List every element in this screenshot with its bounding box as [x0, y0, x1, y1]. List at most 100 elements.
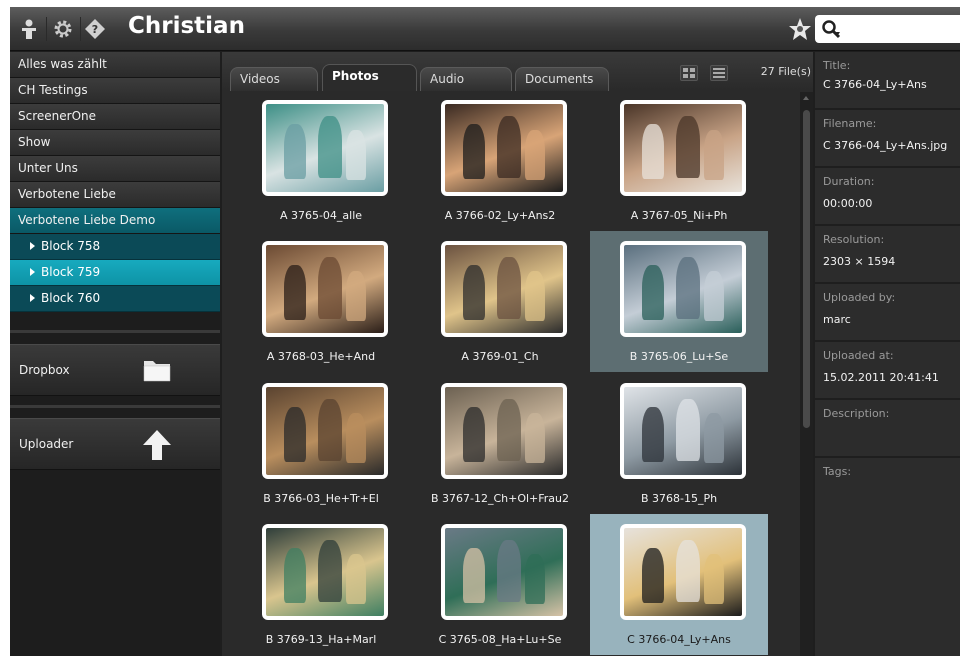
photo-tile[interactable]: A 3769-01_Ch	[411, 231, 589, 372]
photo-figure	[525, 413, 545, 463]
photo-image	[266, 528, 384, 616]
media-browser: Videos Photos Audio Documents 27 File(s)…	[222, 52, 813, 656]
list-view-icon[interactable]	[710, 65, 728, 81]
photo-thumbnail[interactable]	[620, 524, 746, 620]
photo-figure	[284, 407, 306, 462]
user-icon[interactable]	[18, 18, 40, 40]
photo-figure	[463, 124, 485, 179]
photo-image	[624, 245, 742, 333]
search-icon[interactable]	[821, 19, 843, 39]
photo-tile[interactable]: A 3766-02_Ly+Ans2	[411, 90, 589, 231]
tab-audio[interactable]: Audio	[420, 67, 512, 91]
app-window: ? Christian Alles was zählt CH Testings …	[10, 7, 960, 656]
sidebar-subitem-block-758[interactable]: Block 758	[10, 234, 220, 260]
duration-label: Duration:	[823, 175, 875, 188]
toolbar-separator	[46, 17, 47, 41]
photo-image	[624, 528, 742, 616]
photo-figure	[642, 265, 664, 320]
vertical-scrollbar[interactable]	[800, 92, 813, 656]
photo-thumbnail[interactable]	[620, 241, 746, 337]
sidebar-subitem-label: Block 760	[41, 291, 101, 305]
scroll-up-arrow-icon[interactable]	[803, 96, 809, 100]
photo-figure	[676, 540, 700, 602]
photo-thumbnail[interactable]	[262, 524, 388, 620]
photo-tile[interactable]: C 3766-04_Ly+Ans	[590, 514, 768, 655]
photo-caption: A 3766-02_Ly+Ans2	[444, 209, 556, 222]
favorites-icon[interactable]	[788, 17, 812, 41]
photo-tile[interactable]: B 3768-15_Ph	[590, 373, 768, 514]
photo-thumbnail[interactable]	[262, 241, 388, 337]
photo-image	[266, 245, 384, 333]
photo-figure	[676, 116, 700, 178]
sidebar-subitem-block-759[interactable]: Block 759	[10, 260, 220, 286]
photo-figure	[346, 130, 366, 180]
gear-icon[interactable]	[52, 18, 74, 40]
tab-label: Videos	[240, 72, 280, 86]
photo-image	[624, 387, 742, 475]
dropbox-button[interactable]: Dropbox	[10, 344, 220, 396]
photo-thumbnail[interactable]	[620, 383, 746, 479]
photo-tile[interactable]: B 3766-03_He+Tr+El	[232, 373, 410, 514]
uploaded-at-field: Uploaded at: 15.02.2011 20:41:41	[815, 342, 960, 400]
photo-thumbnail[interactable]	[262, 100, 388, 196]
photo-thumbnail[interactable]	[262, 383, 388, 479]
sidebar-item-verbotene-liebe[interactable]: Verbotene Liebe	[10, 182, 220, 208]
photo-caption: B 3765-06_Lu+Se	[629, 350, 729, 363]
photo-figure	[318, 540, 342, 602]
photo-caption: B 3767-12_Ch+Ol+Frau2	[430, 492, 570, 505]
photo-figure	[704, 554, 724, 604]
details-panel: Title: C 3766-04_Ly+Ans Filename: C 3766…	[815, 52, 960, 656]
photo-caption: C 3765-08_Ha+Lu+Se	[438, 633, 562, 646]
photo-image	[266, 104, 384, 192]
photo-tile[interactable]: B 3765-06_Lu+Se	[590, 231, 768, 372]
photo-figure	[642, 407, 664, 462]
photo-tile[interactable]: A 3767-05_Ni+Ph	[590, 90, 768, 231]
media-tabs: Videos Photos Audio Documents 27 File(s)	[222, 52, 813, 91]
resolution-value: 2303 × 1594	[823, 255, 896, 268]
sidebar-item-screenerone[interactable]: ScreenerOne	[10, 104, 220, 130]
upload-arrow-icon	[143, 430, 171, 460]
photo-figure	[318, 257, 342, 319]
sidebar-item-alles-was-zaehlt[interactable]: Alles was zählt	[10, 52, 220, 78]
photo-tile[interactable]: C 3765-08_Ha+Lu+Se	[411, 514, 589, 655]
uploaded-by-field: Uploaded by: marc	[815, 284, 960, 342]
uploaded-at-label: Uploaded at:	[823, 349, 894, 362]
search-input[interactable]	[815, 15, 960, 43]
photo-thumbnail[interactable]	[441, 524, 567, 620]
photo-caption: A 3765-04_alle	[279, 209, 363, 222]
photo-figure	[284, 124, 306, 179]
photo-thumbnail[interactable]	[441, 100, 567, 196]
tags-field: Tags:	[815, 458, 960, 516]
uploader-button[interactable]: Uploader	[10, 418, 220, 470]
grid-view-icon[interactable]	[680, 65, 698, 81]
photo-tile[interactable]: B 3767-12_Ch+Ol+Frau2	[411, 373, 589, 514]
uploaded-by-label: Uploaded by:	[823, 291, 896, 304]
scrollbar-thumb[interactable]	[803, 110, 810, 428]
photo-tile[interactable]: A 3768-03_He+And	[232, 231, 410, 372]
tab-photos[interactable]: Photos	[322, 64, 417, 91]
sidebar-item-label: ScreenerOne	[18, 109, 97, 123]
photo-image	[445, 528, 563, 616]
tab-videos[interactable]: Videos	[230, 67, 318, 91]
sidebar-item-verbotene-liebe-demo[interactable]: Verbotene Liebe Demo	[10, 208, 220, 234]
photo-figure	[346, 554, 366, 604]
photo-figure	[346, 413, 366, 463]
photo-figure	[704, 271, 724, 321]
photo-thumbnail[interactable]	[441, 383, 567, 479]
sidebar-item-label: Show	[18, 135, 51, 149]
photo-caption: A 3768-03_He+And	[266, 350, 376, 363]
sidebar-item-label: Verbotene Liebe	[18, 187, 116, 201]
sidebar-subitem-block-760[interactable]: Block 760	[10, 286, 220, 312]
photo-figure	[642, 548, 664, 603]
help-icon[interactable]: ?	[84, 18, 106, 40]
tab-label: Audio	[430, 72, 465, 86]
photo-tile[interactable]: B 3769-13_Ha+Marl	[232, 514, 410, 655]
sidebar-item-show[interactable]: Show	[10, 130, 220, 156]
sidebar-item-unter-uns[interactable]: Unter Uns	[10, 156, 220, 182]
photo-tile[interactable]: A 3765-04_alle	[232, 90, 410, 231]
sidebar-item-ch-testings[interactable]: CH Testings	[10, 78, 220, 104]
photo-thumbnail[interactable]	[441, 241, 567, 337]
photo-figure	[525, 554, 545, 604]
photo-thumbnail[interactable]	[620, 100, 746, 196]
tab-documents[interactable]: Documents	[515, 67, 609, 91]
